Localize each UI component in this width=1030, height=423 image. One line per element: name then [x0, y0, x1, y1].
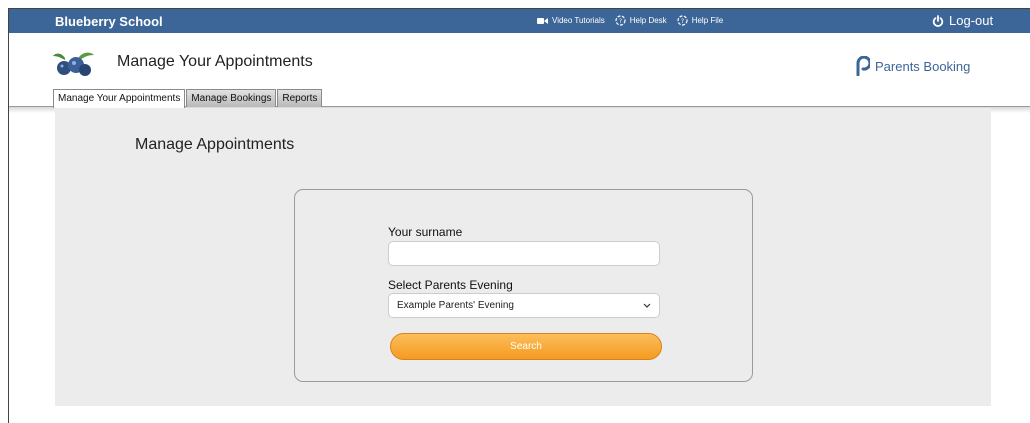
parents-booking-brand: Parents Booking [856, 56, 970, 76]
top-bar: Blueberry School Video Tutorials ? Help … [9, 9, 1030, 33]
search-form-panel: Your surname Select Parents Evening Exam… [294, 189, 753, 382]
tab-bar: Manage Your Appointments Manage Bookings… [53, 89, 323, 108]
parents-evening-select[interactable]: Example Parents' Evening [388, 293, 660, 318]
app-window: Blueberry School Video Tutorials ? Help … [8, 8, 1030, 423]
help-file-link[interactable]: ? Help File [677, 15, 724, 26]
video-tutorials-link[interactable]: Video Tutorials [537, 16, 605, 25]
svg-text:?: ? [681, 18, 684, 25]
parents-evening-selected: Example Parents' Evening [397, 300, 514, 311]
tab-manage-bookings[interactable]: Manage Bookings [186, 89, 277, 107]
parents-booking-logo-icon [856, 56, 870, 76]
help-desk-icon: ? [615, 15, 626, 26]
logout-label: Log-out [949, 13, 994, 28]
surname-input[interactable] [388, 241, 660, 266]
video-tutorials-label: Video Tutorials [552, 16, 605, 25]
section-title: Manage Appointments [135, 136, 295, 153]
power-icon [932, 14, 944, 27]
parents-evening-label: Select Parents Evening [388, 278, 513, 292]
help-desk-link[interactable]: ? Help Desk [615, 15, 667, 26]
blueberry-logo-icon [51, 50, 97, 78]
chevron-down-icon [643, 303, 651, 308]
tab-reports[interactable]: Reports [277, 89, 323, 107]
main-content: Manage Appointments Your surname Select … [55, 108, 991, 406]
help-file-label: Help File [691, 16, 724, 25]
school-name: Blueberry School [55, 14, 163, 29]
page-title: Manage Your Appointments [117, 53, 313, 70]
svg-text:?: ? [619, 18, 622, 25]
brand-name: Parents Booking [875, 58, 971, 74]
help-desk-label: Help Desk [629, 16, 667, 25]
help-links: Video Tutorials ? Help Desk ? Help File [537, 15, 733, 26]
tab-manage-your-appointments[interactable]: Manage Your Appointments [53, 89, 186, 108]
logout-link[interactable]: Log-out [932, 13, 993, 28]
search-button[interactable]: Search [390, 333, 662, 360]
help-file-icon: ? [677, 15, 688, 26]
surname-label: Your surname [388, 225, 463, 239]
video-camera-icon [537, 17, 548, 25]
